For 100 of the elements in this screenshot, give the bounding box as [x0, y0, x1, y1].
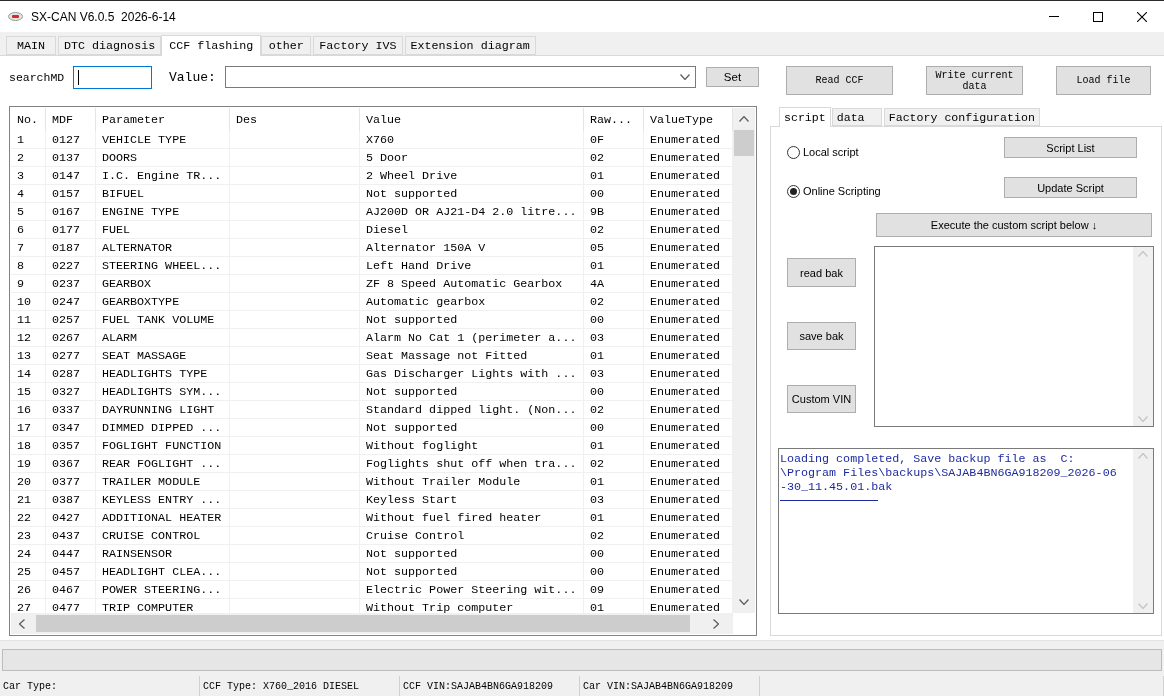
table-cell: 01: [584, 509, 644, 526]
close-icon: [1137, 11, 1147, 22]
tab[interactable]: data: [831, 108, 882, 126]
app-logo-icon: [8, 12, 23, 21]
backup-button[interactable]: read bak: [787, 258, 856, 287]
table-cell: Left Hand Drive: [360, 257, 584, 274]
table-cell: 22: [11, 509, 46, 526]
status-text: CCF VIN:SAJAB4BN6GA918209: [400, 676, 580, 696]
status-text: Car VIN:SAJAB4BN6GA918209: [580, 676, 760, 696]
table-cell: ADDITIONAL HEATER: [96, 509, 230, 526]
value-dropdown[interactable]: [225, 66, 696, 88]
table-cell: 0327: [46, 383, 96, 400]
table-cell: 24: [11, 545, 46, 562]
tab[interactable]: script: [779, 107, 831, 127]
table-cell: TRAILER MODULE: [96, 473, 230, 490]
table-cell: ZF 8 Speed Automatic Gearbox: [360, 275, 584, 292]
execute-script-button[interactable]: Execute the custom script below ↓: [876, 213, 1152, 237]
script-editor-field[interactable]: [874, 246, 1154, 427]
table-cell: I.C. Engine TR...: [96, 167, 230, 184]
tab[interactable]: other: [261, 36, 312, 55]
table-cell: ENGINE TYPE: [96, 203, 230, 220]
table-cell: 0237: [46, 275, 96, 292]
table-cell: STEERING WHEEL...: [96, 257, 230, 274]
table-cell: 00: [584, 383, 644, 400]
table-cell: Not supported: [360, 545, 584, 562]
table-cell: Electric Power Steering wit...: [360, 581, 584, 598]
table-cell: 8: [11, 257, 46, 274]
table-cell: Cruise Control: [360, 527, 584, 544]
table-cell: RAINSENSOR: [96, 545, 230, 562]
table-cell: 0157: [46, 185, 96, 202]
table-cell: 20: [11, 473, 46, 490]
horizontal-scrollbar[interactable]: [11, 613, 733, 634]
table-cell: 0347: [46, 419, 96, 436]
table-cell: 21: [11, 491, 46, 508]
script-button[interactable]: Update Script: [1004, 177, 1137, 198]
radio-button[interactable]: [787, 145, 800, 159]
table-cell: Without fuel fired heater: [360, 509, 584, 526]
tab[interactable]: Extension diagram: [404, 36, 536, 55]
set-button[interactable]: Set: [706, 67, 759, 87]
table-cell: POWER STEERING...: [96, 581, 230, 598]
action-button[interactable]: Load file: [1056, 66, 1151, 95]
table-cell: 02: [584, 455, 644, 472]
scrollbar-thumb[interactable]: [36, 615, 690, 632]
table-cell: 12: [11, 329, 46, 346]
backup-button[interactable]: save bak: [787, 322, 856, 350]
table-cell: 11: [11, 311, 46, 328]
table-cell: FOGLIGHT FUNCTION: [96, 437, 230, 454]
table-cell: 00: [584, 311, 644, 328]
tab[interactable]: CCF flashing: [161, 35, 262, 56]
table-cell: Not supported: [360, 563, 584, 580]
backup-button[interactable]: Custom VIN: [787, 385, 856, 413]
table-cell: 9B: [584, 203, 644, 220]
table-cell: 00: [584, 563, 644, 580]
action-button[interactable]: Read CCF: [786, 66, 893, 95]
radio-button[interactable]: [787, 184, 800, 198]
table-cell: 03: [584, 329, 644, 346]
table-cell: 0137: [46, 149, 96, 166]
table-cell: 02: [584, 293, 644, 310]
table-cell: 02: [584, 527, 644, 544]
table-cell: Foglights shut off when tra...: [360, 455, 584, 472]
table-cell: 0247: [46, 293, 96, 310]
table-cell: 00: [584, 419, 644, 436]
table-cell: 17: [11, 419, 46, 436]
tab[interactable]: DTC diagnosis: [58, 36, 162, 55]
table-cell: Standard dipped light. (Non...: [360, 401, 584, 418]
table-cell: 0F: [584, 131, 644, 148]
table-cell: 05: [584, 239, 644, 256]
radio-label[interactable]: Online Scripting: [803, 185, 881, 197]
table-cell: 00: [584, 185, 644, 202]
table-cell: 3: [11, 167, 46, 184]
table-cell: 5: [11, 203, 46, 220]
chevron-up-icon: [1138, 453, 1148, 459]
table-cell: ALTERNATOR: [96, 239, 230, 256]
table-cell: 0257: [46, 311, 96, 328]
tab[interactable]: Factory configuration: [883, 108, 1040, 126]
table-cell: SEAT MASSAGE: [96, 347, 230, 364]
chevron-up-icon: [1138, 251, 1148, 257]
status-text: CCF Type: X760_2016 DIESEL: [200, 676, 400, 696]
tab[interactable]: MAIN: [6, 36, 56, 55]
table-cell: 01: [584, 167, 644, 184]
chevron-left-icon: [19, 618, 25, 629]
table-cell: Not supported: [360, 419, 584, 436]
window-title: SX-CAN V6.0.5 2026-6-14: [31, 9, 176, 24]
table-cell: Alternator 150A V: [360, 239, 584, 256]
radio-label[interactable]: Local script: [803, 146, 859, 158]
table-cell: 0447: [46, 545, 96, 562]
tab[interactable]: Factory IVS: [313, 36, 403, 55]
table-cell: 18: [11, 437, 46, 454]
table-cell: Not supported: [360, 383, 584, 400]
table-cell: AJ200D OR AJ21-D4 2.0 litre...: [360, 203, 584, 220]
action-button[interactable]: Write current data: [926, 66, 1023, 95]
scrollbar-thumb[interactable]: [734, 130, 754, 156]
table-cell: 25: [11, 563, 46, 580]
search-field[interactable]: [73, 65, 152, 89]
log-text: Loading completed, Save backup file as C: \Program Files\backups\SAJAB4BN6GA918209_2026-06 -30_11.45.01.bak: [780, 452, 1117, 494]
vertical-scrollbar[interactable]: [733, 108, 755, 613]
script-button[interactable]: Script List: [1004, 137, 1137, 158]
table-cell: Alarm No Cat 1 (perimeter a...: [360, 329, 584, 346]
table-cell: 0177: [46, 221, 96, 238]
table-cell: 01: [584, 437, 644, 454]
